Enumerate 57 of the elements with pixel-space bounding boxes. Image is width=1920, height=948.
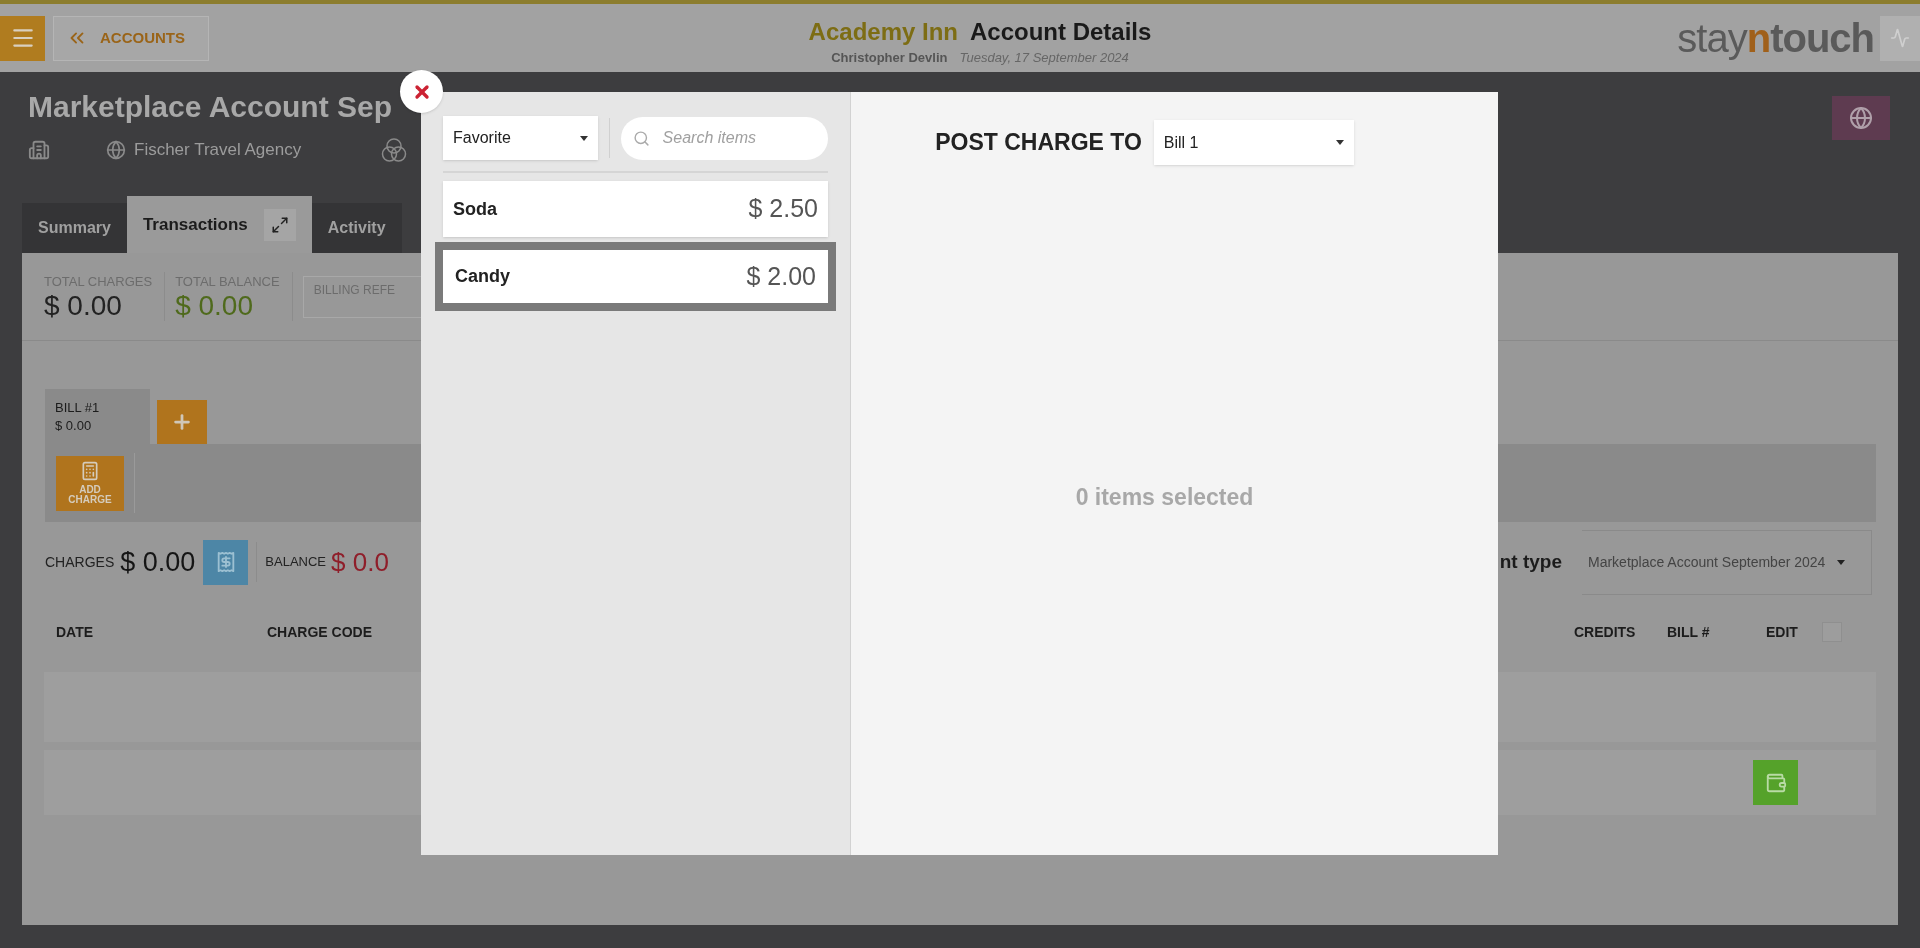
column-header: CHARGE CODE	[267, 622, 372, 642]
tab[interactable]: Summary	[22, 203, 127, 253]
plus-icon	[171, 411, 193, 433]
building-icon	[28, 139, 50, 161]
selection-summary: 0 items selected	[1075, 483, 1254, 512]
user-name: Christopher Devlin	[831, 49, 948, 67]
company-name: Fischer Travel Agency	[134, 139, 302, 162]
menu-button[interactable]	[0, 15, 45, 61]
bill-tab[interactable]: BILL #1 $ 0.00	[45, 389, 150, 444]
balance-value: $ 0.0	[331, 545, 389, 579]
add-bill-button[interactable]	[157, 400, 207, 444]
item-price: $ 2.50	[748, 193, 818, 225]
item-row[interactable]: Soda $ 2.50	[443, 181, 828, 237]
tab[interactable]: Activity	[311, 203, 402, 253]
bill-amount: $ 0.00	[55, 417, 93, 435]
tab[interactable]: Transactions	[126, 196, 312, 253]
page-title: Account Details	[970, 17, 1152, 47]
caret-icon	[1837, 559, 1846, 565]
balance-label: BALANCE	[265, 553, 326, 572]
bill-select[interactable]: Bill 1	[1153, 120, 1354, 165]
column-header: DATE	[56, 622, 95, 642]
charges-label: CHARGES	[45, 552, 115, 572]
charges-value: $ 0.00	[120, 545, 196, 579]
close-button[interactable]	[400, 70, 443, 113]
globe-icon	[106, 140, 126, 160]
item-name: Soda	[453, 197, 497, 221]
globe-button[interactable]	[1832, 96, 1890, 140]
wallet-icon	[1764, 771, 1787, 794]
column-header: EDIT	[1766, 622, 1799, 642]
expand-icon[interactable]	[263, 208, 296, 241]
item-price: $ 2.00	[746, 260, 816, 292]
item-row[interactable]: Candy $ 2.00	[435, 242, 836, 311]
caret-icon	[579, 135, 588, 141]
item-name: Candy	[455, 265, 510, 288]
column-header: CREDITS	[1574, 622, 1637, 642]
pulse-icon	[1890, 28, 1910, 48]
receipt-button[interactable]	[203, 539, 249, 585]
circles-icon	[381, 137, 408, 163]
activity-button[interactable]	[1880, 15, 1920, 61]
hotel-name: Academy Inn	[808, 17, 958, 47]
post-charge-label: POST CHARGE TO	[935, 128, 1142, 158]
account-title: Marketplace Account Sep	[28, 89, 392, 125]
stat-value: $ 0.00	[175, 291, 254, 322]
category-select[interactable]: Favorite	[443, 116, 598, 160]
search-icon	[632, 129, 650, 147]
wallet-button[interactable]	[1753, 760, 1798, 805]
bill-label: BILL #1	[55, 399, 101, 417]
logo: stayntouch	[1677, 15, 1874, 62]
caret-icon	[1335, 140, 1344, 145]
account-type-label: nt type	[1499, 549, 1562, 574]
calculator-icon	[80, 461, 100, 481]
stat-value: $ 0.00	[44, 291, 123, 322]
column-header: BILL #	[1667, 622, 1711, 642]
date-text: Tuesday, 17 September 2024	[959, 49, 1129, 67]
account-type-select[interactable]: Marketplace Account September 2024	[1582, 529, 1872, 595]
search-field[interactable]: Search items	[620, 116, 828, 160]
globe-icon	[1849, 106, 1873, 130]
